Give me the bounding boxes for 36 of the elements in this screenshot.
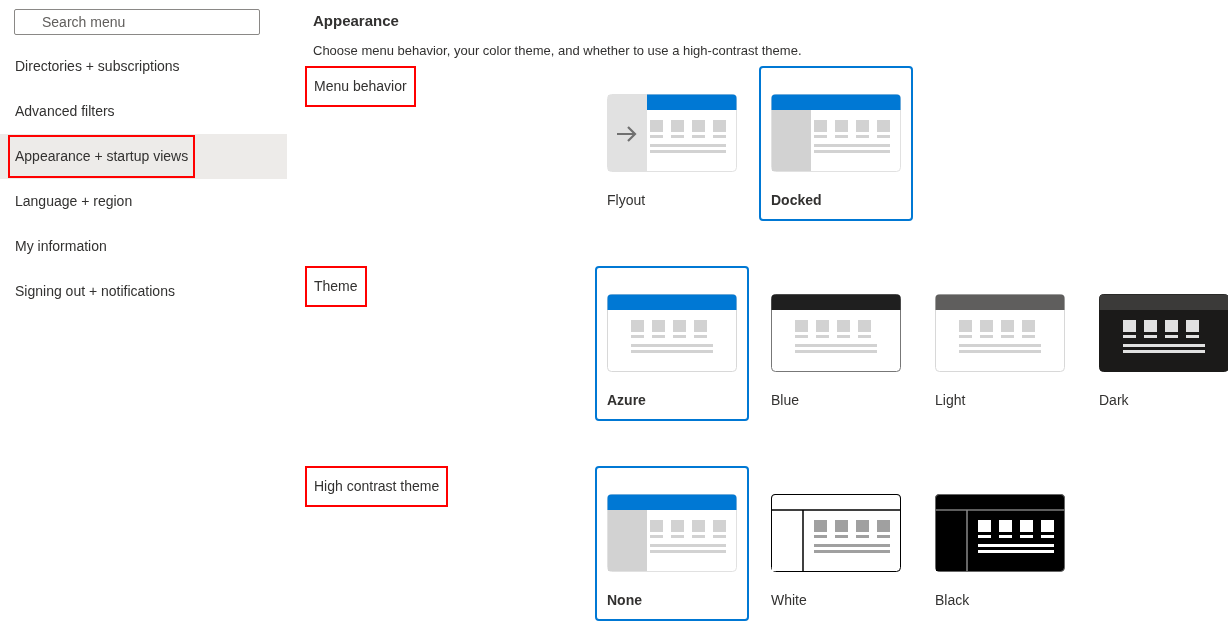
theme-option-card[interactable]: Blue <box>759 266 913 421</box>
option-label: Docked <box>771 191 822 210</box>
theme-option-card[interactable]: Docked <box>759 66 913 221</box>
option-label: Flyout <box>607 191 646 210</box>
sidebar-item[interactable]: My information <box>0 224 287 269</box>
sidebar-item[interactable]: Signing out + notifications <box>0 269 287 314</box>
option-label: Black <box>935 591 970 610</box>
option-label: Light <box>935 391 966 410</box>
sidebar-item-label: Appearance + startup views <box>8 135 196 178</box>
option-label: Azure <box>607 391 646 410</box>
option-label: White <box>771 591 807 610</box>
theme-option-card[interactable]: Azure <box>595 266 749 421</box>
sidebar-item[interactable]: Language + region <box>0 179 287 224</box>
sidebar-item-label: My information <box>15 237 107 256</box>
search-field[interactable]: Search menu <box>14 9 260 35</box>
page-description: Choose menu behavior, your color theme, and whether to use a high-contrast theme. <box>313 41 803 60</box>
theme-option-card[interactable]: Dark <box>1087 266 1228 421</box>
theme-option-card[interactable]: None <box>595 466 749 621</box>
sidebar-item-label: Advanced filters <box>15 102 115 121</box>
sidebar-item[interactable]: Advanced filters <box>0 89 287 134</box>
sidebar-item-label: Directories + subscriptions <box>15 57 180 76</box>
theme-option-card[interactable]: Flyout <box>595 66 749 221</box>
section-label: High contrast theme <box>305 466 449 507</box>
option-label: None <box>607 591 642 610</box>
section-label: Menu behavior <box>305 66 416 107</box>
theme-option-card[interactable]: White <box>759 466 913 621</box>
sidebar-item-label: Signing out + notifications <box>15 282 175 301</box>
section-label: Theme <box>305 266 367 307</box>
page-title: Appearance <box>313 11 400 31</box>
sidebar-item-label: Language + region <box>15 192 133 211</box>
theme-option-card[interactable]: Black <box>923 466 1077 621</box>
option-label: Dark <box>1099 391 1129 410</box>
sidebar-item[interactable]: Directories + subscriptions <box>0 44 287 89</box>
sidebar-item[interactable]: Appearance + startup views <box>0 134 287 179</box>
theme-option-card[interactable]: Light <box>923 266 1077 421</box>
option-label: Blue <box>771 391 800 410</box>
